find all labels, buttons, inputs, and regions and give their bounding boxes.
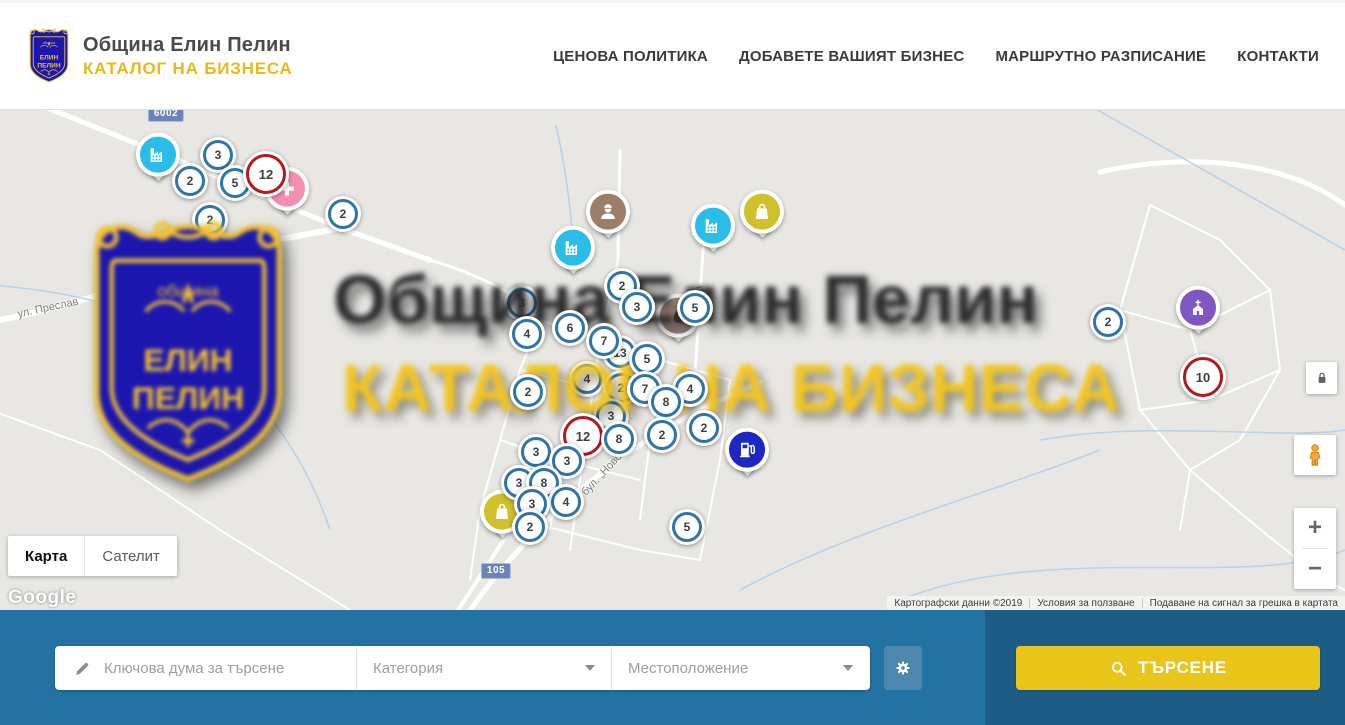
site-subtitle: КАТАЛОГ НА БИЗНЕСА: [83, 59, 293, 79]
business-catalog-page: община ЕЛИН ПЕЛИН Община Елин Пелин КАТА…: [0, 0, 1345, 725]
keyword-input[interactable]: [104, 660, 342, 677]
cluster-marker-3[interactable]: 3: [619, 289, 655, 325]
factory-pin-marker[interactable]: [551, 226, 595, 284]
road-badge-6002: 6002: [148, 110, 184, 122]
pegman-icon: [1302, 442, 1328, 468]
pencil-icon: [73, 659, 92, 678]
main-nav: ЦЕНОВА ПОЛИТИКА ДОБАВЕТЕ ВАШИЯТ БИЗНЕС М…: [553, 48, 1345, 65]
zoom-out-button[interactable]: −: [1294, 549, 1336, 589]
cluster-marker-2[interactable]: 2: [644, 417, 680, 453]
map-type-control: Карта Сателит: [8, 536, 177, 576]
brand-text: Община Елин Пелин КАТАЛОГ НА БИЗНЕСА: [83, 34, 293, 79]
keyword-field-wrap: [55, 646, 356, 690]
bag-pin-marker[interactable]: [740, 190, 784, 248]
advanced-search-button[interactable]: [884, 646, 922, 690]
cluster-marker-2[interactable]: 2: [510, 374, 546, 410]
factory-icon: [562, 237, 584, 259]
cluster-marker-2[interactable]: 2: [192, 202, 228, 238]
category-select-value: Категория: [373, 660, 585, 677]
logo-emblem-top-text: община: [43, 41, 56, 45]
cluster-marker-2[interactable]: 2: [1090, 304, 1126, 340]
bag-icon: [751, 201, 773, 223]
road-badge-105: 105: [481, 563, 511, 579]
lock-icon: [1313, 369, 1331, 387]
cluster-marker-6[interactable]: 6: [552, 310, 588, 346]
google-logo[interactable]: Google: [8, 587, 76, 609]
attribution-data: Картографски данни ©2019: [887, 598, 1029, 609]
cluster-marker-2[interactable]: 2: [325, 196, 361, 232]
attribution-report-link[interactable]: Подаване на сигнал за грешка в картата: [1143, 598, 1345, 609]
worker-icon: [597, 201, 619, 223]
caret-down-icon: [843, 665, 853, 671]
map-type-map-button[interactable]: Карта: [8, 536, 84, 576]
nav-item-contacts[interactable]: КОНТАКТИ: [1237, 48, 1319, 65]
cluster-marker-10[interactable]: 10: [1180, 354, 1226, 400]
factory-icon: [147, 144, 169, 166]
site-header: община ЕЛИН ПЕЛИН Община Елин Пелин КАТА…: [0, 0, 1345, 110]
cluster-marker-12[interactable]: 12: [243, 151, 289, 197]
nav-item-route-schedule[interactable]: МАРШРУТНО РАЗПИСАНИЕ: [995, 48, 1206, 65]
google-map[interactable]: 231342326002105ул. Преславбул. „Новоселц…: [0, 110, 1345, 610]
cluster-marker-8[interactable]: 8: [648, 384, 684, 420]
cluster-marker-5[interactable]: 5: [669, 509, 705, 545]
site-brand[interactable]: община ЕЛИН ПЕЛИН Община Елин Пелин КАТА…: [0, 28, 293, 85]
cluster-marker-5[interactable]: 5: [677, 290, 713, 326]
logo-emblem-name1: ЕЛИН: [40, 54, 59, 61]
church-icon: [1187, 297, 1209, 319]
factory-pin-marker[interactable]: [691, 204, 735, 262]
nav-item-pricing[interactable]: ЦЕНОВА ПОЛИТИКА: [553, 48, 708, 65]
street-view-pegman-button[interactable]: [1294, 435, 1336, 475]
category-select[interactable]: Категория: [356, 646, 611, 690]
municipality-logo-icon: община ЕЛИН ПЕЛИН: [27, 28, 71, 85]
cluster-marker-8[interactable]: 8: [601, 421, 637, 457]
map-attribution: Картографски данни ©2019 Условия за полз…: [887, 596, 1345, 610]
fuel-icon: [736, 439, 758, 461]
attribution-terms-link[interactable]: Условия за ползване: [1030, 598, 1141, 609]
site-title: Община Елин Пелин: [83, 34, 293, 57]
cluster-marker-7[interactable]: 7: [586, 323, 622, 359]
caret-down-icon: [585, 665, 595, 671]
cluster-marker-2[interactable]: 2: [512, 509, 548, 545]
location-select[interactable]: Местоположение: [611, 646, 869, 690]
cluster-marker-2[interactable]: 2: [686, 410, 722, 446]
logo-emblem-name2: ПЕЛИН: [37, 62, 60, 69]
cluster-marker-4[interactable]: 4: [509, 316, 545, 352]
fullscreen-lock-button[interactable]: [1306, 362, 1337, 394]
cluster-marker-4[interactable]: 4: [569, 361, 605, 397]
cluster-marker-4[interactable]: 4: [548, 484, 584, 520]
nav-item-add-business[interactable]: ДОБАВЕТЕ ВАШИЯТ БИЗНЕС: [739, 48, 964, 65]
location-select-value: Местоположение: [628, 660, 843, 677]
fuel-pin-marker[interactable]: [725, 428, 769, 486]
bag-icon: [491, 501, 513, 523]
gear-icon: [893, 658, 913, 678]
cluster-marker-2[interactable]: 2: [172, 163, 208, 199]
search-button[interactable]: ТЪРСЕНЕ: [1016, 646, 1320, 690]
search-bar: Категория Местоположение ТЪРСЕНЕ: [0, 610, 1345, 725]
zoom-in-button[interactable]: +: [1294, 508, 1336, 548]
church-pin-marker[interactable]: [1176, 286, 1220, 344]
factory-icon: [702, 215, 724, 237]
search-icon: [1109, 659, 1128, 678]
map-type-satellite-button[interactable]: Сателит: [84, 536, 177, 576]
search-input-group: Категория Местоположение: [55, 646, 870, 690]
zoom-control: + −: [1294, 508, 1336, 589]
search-button-label: ТЪРСЕНЕ: [1138, 658, 1227, 678]
